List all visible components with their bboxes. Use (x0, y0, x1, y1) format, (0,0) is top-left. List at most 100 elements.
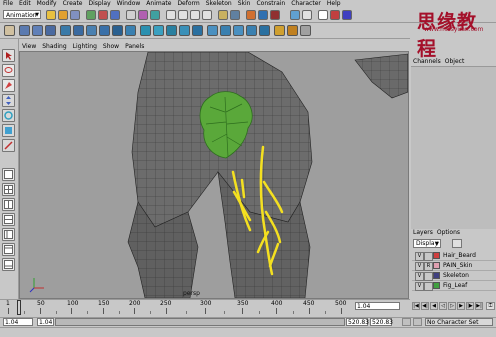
menu-animate[interactable]: Animate (143, 0, 174, 8)
shelf-poly-cube-icon[interactable] (220, 25, 231, 36)
graph-layout-icon[interactable] (2, 243, 15, 256)
ipr-render-icon[interactable] (258, 10, 268, 20)
step-forward-key-icon[interactable]: |▶ (466, 302, 474, 310)
shelf-revolve-icon[interactable] (153, 25, 164, 36)
construction-history-icon[interactable] (230, 10, 240, 20)
menu-deform[interactable]: Deform (174, 0, 202, 8)
input-line-icon[interactable] (290, 10, 300, 20)
shelf-birail-icon[interactable] (192, 25, 203, 36)
shelf-ep-curve-icon[interactable] (32, 25, 43, 36)
shelf-menu-icon[interactable] (4, 25, 15, 36)
layer-reference-toggle[interactable] (424, 252, 433, 261)
shelf-poly-cylinder-icon[interactable] (233, 25, 244, 36)
select-component-icon[interactable] (110, 10, 120, 20)
rename-field-icon[interactable] (302, 10, 312, 20)
render-settings-icon[interactable] (270, 10, 280, 20)
playback-start-field[interactable]: 1.04 (37, 318, 54, 326)
key-icon[interactable]: ⚿ (486, 302, 495, 310)
outliner-layout-icon[interactable] (2, 228, 15, 241)
shelf-poly-sphere-icon[interactable] (207, 25, 218, 36)
end-time-field[interactable]: 520.83 (370, 318, 393, 326)
shelf-sphere-icon[interactable] (60, 25, 71, 36)
scale-tool-icon[interactable] (2, 124, 15, 137)
panel-menu-shading[interactable]: Shading (39, 42, 69, 51)
start-time-field[interactable]: 1.04 (3, 318, 33, 326)
manipulator-tool-icon[interactable] (2, 139, 15, 152)
layer-name[interactable]: Fig_Leaf (443, 281, 467, 290)
layer-reference-toggle[interactable] (424, 282, 433, 291)
hypershade-layout-icon[interactable] (2, 258, 15, 271)
shelf-camera-icon[interactable] (300, 25, 311, 36)
step-back-key-icon[interactable]: ◀| (421, 302, 429, 310)
tab-channels[interactable]: Channels (411, 58, 443, 66)
single-pane-layout-icon[interactable] (2, 168, 15, 181)
snap-grid-icon[interactable] (166, 10, 176, 20)
menu-set-selector[interactable]: Animation ▼ (3, 10, 41, 19)
shelf-poly-cone-icon[interactable] (246, 25, 257, 36)
tool-settings-icon[interactable] (330, 10, 340, 20)
step-back-frame-icon[interactable]: ◀ (430, 302, 438, 310)
current-frame-field[interactable]: 1.04 (355, 302, 400, 310)
attribute-editor-icon[interactable] (318, 10, 328, 20)
four-pane-layout-icon[interactable] (2, 183, 15, 196)
open-scene-icon[interactable] (58, 10, 68, 20)
menu-create[interactable]: Create (60, 0, 86, 8)
move-tool-icon[interactable] (2, 94, 15, 107)
snap-point-icon[interactable] (190, 10, 200, 20)
shelf-cone-icon[interactable] (99, 25, 110, 36)
shelf-plane-icon[interactable] (112, 25, 123, 36)
layer-row[interactable]: V Hair_Beard (412, 251, 496, 261)
menu-window[interactable]: Window (114, 0, 144, 8)
layer-row[interactable]: V Fig_Leaf (412, 281, 496, 291)
shelf-light-icon[interactable] (274, 25, 285, 36)
tab-options[interactable]: Options (435, 229, 462, 237)
snap-curve-icon[interactable] (178, 10, 188, 20)
shelf-spot-light-icon[interactable] (287, 25, 298, 36)
playback-end-field[interactable]: 520.83 (346, 318, 369, 326)
menu-display[interactable]: Display (86, 0, 114, 8)
rotate-tool-icon[interactable] (2, 109, 15, 122)
lasso-tool-icon[interactable] (2, 64, 15, 77)
highlight-selection-icon[interactable] (150, 10, 160, 20)
top-bottom-layout-icon[interactable] (2, 213, 15, 226)
layer-row[interactable]: V Skeleton (412, 271, 496, 281)
layer-reference-toggle[interactable]: R (424, 262, 433, 271)
layer-row[interactable]: V R PAIN_Skin (412, 261, 496, 271)
layer-color-swatch[interactable] (433, 262, 440, 269)
layer-name[interactable]: PAIN_Skin (443, 261, 472, 270)
menu-help[interactable]: Help (324, 0, 344, 8)
shelf-cylinder-icon[interactable] (86, 25, 97, 36)
layer-visibility-toggle[interactable]: V (415, 282, 424, 291)
channel-box[interactable] (411, 66, 496, 229)
go-to-end-icon[interactable]: ▶| (475, 302, 483, 310)
shelf-extrude-icon[interactable] (166, 25, 177, 36)
menu-skin[interactable]: Skin (235, 0, 254, 8)
layer-visibility-toggle[interactable]: V (415, 252, 424, 261)
menu-constrain[interactable]: Constrain (253, 0, 288, 8)
layer-name[interactable]: Skeleton (443, 271, 469, 280)
channel-box-toggle-icon[interactable] (342, 10, 352, 20)
select-object-icon[interactable] (98, 10, 108, 20)
snap-view-plane-icon[interactable] (202, 10, 212, 20)
play-forwards-icon[interactable]: ▷ (448, 302, 456, 310)
menu-file[interactable]: File (0, 0, 16, 8)
save-scene-icon[interactable] (70, 10, 80, 20)
layer-reference-toggle[interactable] (424, 272, 433, 281)
pick-mask-icon[interactable] (126, 10, 136, 20)
side-by-side-layout-icon[interactable] (2, 198, 15, 211)
shelf-cube-icon[interactable] (73, 25, 84, 36)
render-icon[interactable] (246, 10, 256, 20)
animation-preferences-icon[interactable] (413, 318, 422, 326)
menu-modify[interactable]: Modify (34, 0, 60, 8)
layer-color-swatch[interactable] (433, 272, 440, 279)
layer-visibility-toggle[interactable]: V (415, 272, 424, 281)
shelf-torus-icon[interactable] (125, 25, 136, 36)
paint-select-tool-icon[interactable] (2, 79, 15, 92)
panel-menu-lighting[interactable]: Lighting (70, 42, 100, 51)
tab-object[interactable]: Object (443, 58, 467, 66)
shelf-curve-tool-icon[interactable] (19, 25, 30, 36)
menu-edit[interactable]: Edit (16, 0, 34, 8)
select-tool-icon[interactable] (2, 49, 15, 62)
history-icon[interactable] (218, 10, 228, 20)
step-forward-frame-icon[interactable]: ▶ (457, 302, 465, 310)
